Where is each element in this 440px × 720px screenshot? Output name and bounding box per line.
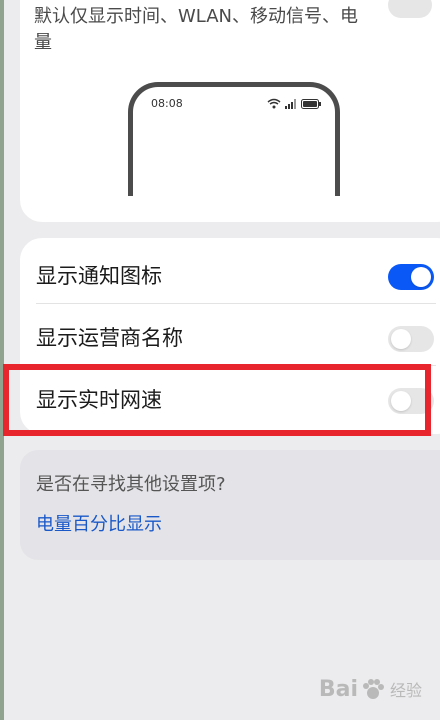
toggle-knob — [411, 267, 431, 287]
carrier-name-toggle[interactable] — [388, 326, 434, 352]
suggestion-question: 是否在寻找其他设置项? — [36, 474, 226, 495]
notification-icons-toggle[interactable] — [388, 264, 434, 290]
preview-time: 08:08 — [151, 97, 183, 110]
phone-preview: 08:08 — [128, 82, 340, 196]
row-label: 显示运营商名称 — [36, 326, 183, 350]
row-label: 显示通知图标 — [36, 264, 162, 288]
watermark-brand-right: 经验 — [389, 681, 422, 700]
watermark-brand-left: Bai — [318, 676, 358, 702]
baidu-watermark: Bai 经验 — [319, 676, 422, 702]
battery-icon — [301, 98, 321, 109]
list-item-carrier-name[interactable]: 显示运营商名称 — [20, 304, 440, 366]
wifi-icon — [267, 98, 281, 109]
paw-logo-icon — [362, 679, 384, 699]
partial-toggle[interactable] — [388, 0, 432, 18]
signal-icon — [285, 98, 296, 109]
toggle-knob — [391, 329, 411, 349]
preview-status-icons — [267, 98, 321, 109]
search-suggestion-card: 是否在寻找其他设置项? 电量百分比显示 — [20, 450, 440, 560]
status-bar-preview-card: 默认仅显示时间、WLAN、移动信号、电量 08:08 — [20, 0, 440, 222]
battery-percentage-link[interactable]: 电量百分比显示 — [36, 510, 162, 536]
list-item-notification-icons[interactable]: 显示通知图标 — [20, 242, 440, 304]
status-bar-description: 默认仅显示时间、WLAN、移动信号、电量 — [34, 6, 359, 53]
red-highlight-box — [3, 364, 431, 436]
left-edge-strip — [0, 0, 4, 720]
